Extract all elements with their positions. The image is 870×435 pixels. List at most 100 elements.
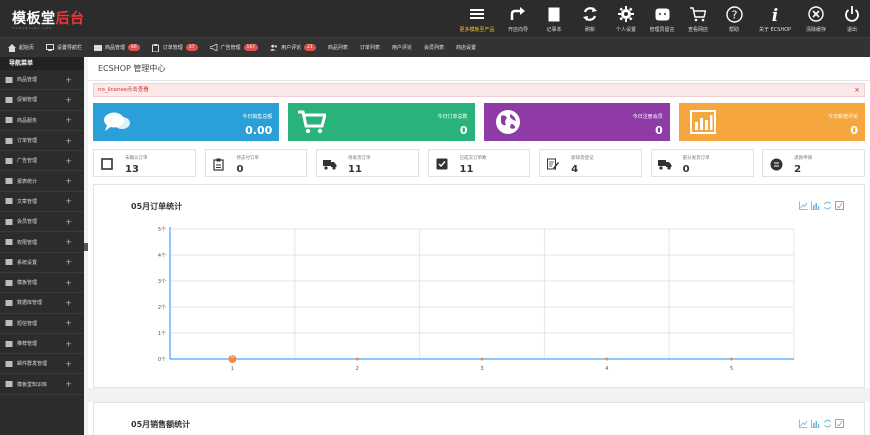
x-tick-label: 1 [231, 366, 234, 372]
count-value: 0 [682, 164, 690, 175]
line-chart-icon[interactable] [799, 419, 808, 428]
users-icon [4, 197, 13, 206]
megaphone-icon [209, 44, 218, 52]
stat-title: 今日销售总额 [242, 114, 273, 120]
expand-icon[interactable]: + [65, 278, 72, 287]
expand-icon[interactable]: + [65, 136, 72, 145]
sidebar-item[interactable]: 商品服务 + [0, 111, 84, 131]
sidebar-item[interactable]: 邮件群发管理 + [0, 354, 84, 375]
svg-text:?: ? [731, 8, 737, 21]
subnav-item-orders[interactable]: 订单管理 37 [152, 43, 198, 52]
today-stats: 今日销售总额 0.00 今日订单总数 0 今日注册会员 0 今日新增评论 0 [93, 103, 865, 143]
expand-icon[interactable]: + [65, 156, 72, 165]
stat-value: 0 [655, 124, 663, 137]
sidebar-item[interactable]: 会员管理 + [0, 212, 84, 233]
sidebar-item[interactable]: 商品管理 + [0, 70, 84, 91]
subnav-item-set-nav[interactable]: 设置导航栏 [46, 44, 82, 52]
subnav-item-goods[interactable]: 商品管理 66 [94, 44, 140, 52]
expand-icon[interactable]: + [65, 339, 72, 348]
sidebar-item[interactable]: 短信管理 + [0, 314, 84, 334]
sidebar-item[interactable]: 模板管理 + [0, 273, 84, 294]
order-count-card[interactable]: 待发货订单 11 [316, 149, 419, 177]
stat-card[interactable]: 今日新增评论 0 [678, 103, 865, 141]
sidebar: 导航菜单 商品管理 + 促销管理 + 商品服务 + 订单管理 + 广告管理 + 报表统计 + 文章管理 +… [0, 57, 84, 435]
stat-card[interactable]: 今日销售总额 0.00 [93, 103, 280, 141]
count-label: 已成交订单数 [459, 156, 487, 161]
order-count-card[interactable]: 部分发货订单 0 [650, 149, 754, 177]
sidebar-item[interactable]: 系统设置 + [0, 253, 84, 273]
stat-title: 今日新增评论 [827, 114, 858, 120]
logo[interactable]: 模板堂后台 [12, 8, 85, 28]
expand-icon[interactable]: + [65, 359, 72, 368]
clipboard-icon [212, 157, 226, 171]
about-ecshop-button[interactable]: i 关于 ECSHOP [752, 0, 798, 37]
sidebar-item[interactable]: 推荐管理 + [0, 334, 84, 355]
breadcrumb: ECSHOP 管理中心 [88, 57, 870, 81]
expand-icon[interactable]: + [65, 75, 72, 84]
sidebar-item-label: 推荐管理 [17, 341, 38, 347]
globe-icon [484, 103, 532, 141]
subnav-item-shop-settings[interactable]: 商店设置 [456, 44, 476, 51]
x-tick-label: 4 [605, 366, 608, 372]
sidebar-item[interactable]: 模板堂知识库 + [0, 374, 84, 395]
top-navigation: 更多模板至产品 开店向导 记事本 刷新 个人设置 管理员留言 查看网店 ? 帮助 [454, 0, 870, 37]
stat-card[interactable]: 今日订单总数 0 [288, 103, 475, 141]
logout-button[interactable]: 退出 [834, 0, 870, 37]
help-button[interactable]: ? 帮助 [716, 0, 752, 37]
sidebar-item-label: 报表统计 [17, 178, 38, 185]
license-alert-link[interactable]: no_license点击查看 [98, 87, 149, 93]
close-icon[interactable]: × [854, 84, 860, 96]
sidebar-item[interactable]: 文章管理 + [0, 192, 84, 213]
subnav-item-ads[interactable]: 广告管理 167 [209, 44, 259, 52]
logo-subtitle: MOBANTANG.COM [12, 26, 53, 30]
admin-message-button[interactable]: 管理员留言 [644, 0, 680, 37]
order-count-card[interactable]: 待支付订单 0 [204, 149, 308, 177]
subnav-item-goods-list[interactable]: 商品列表 [328, 44, 348, 51]
sidebar-item[interactable]: 报表统计 + [0, 171, 84, 192]
order-count-card[interactable]: 已成交订单数 11 [427, 149, 531, 177]
refresh-icon[interactable] [823, 419, 832, 428]
personal-settings-button[interactable]: 个人设置 [608, 0, 644, 37]
stat-value: 0 [850, 124, 858, 137]
bar-chart-icon[interactable] [811, 419, 820, 428]
sidebar-item[interactable]: 数据库管理 + [0, 293, 84, 314]
subnav-item-user-comments[interactable]: 用户评论 [392, 44, 412, 51]
sidebar-item-label: 模板管理 [17, 280, 38, 287]
expand-icon[interactable]: + [65, 116, 72, 125]
mail-icon [4, 339, 13, 348]
subnav-item-comments[interactable]: 用户评论 21 [270, 44, 316, 52]
expand-icon[interactable]: + [65, 217, 72, 226]
refresh-button[interactable]: 刷新 [572, 0, 608, 37]
count-label: 未确认订单 [125, 156, 148, 161]
expand-icon[interactable]: + [65, 95, 72, 104]
view-shop-button[interactable]: 查看网店 [680, 0, 716, 37]
expand-icon[interactable]: + [65, 380, 72, 389]
stat-card[interactable]: 今日注册会员 0 [483, 103, 670, 141]
count-label: 待发货订单 [348, 156, 371, 161]
sidebar-item[interactable]: 广告管理 + [0, 151, 84, 172]
sidebar-item[interactable]: 订单管理 + [0, 131, 84, 152]
expand-icon[interactable]: + [65, 177, 72, 186]
order-count-card[interactable]: 退款申请 2 [762, 149, 866, 177]
expand-icon[interactable]: + [65, 319, 72, 328]
order-count-card[interactable]: 未确认订单 13 [93, 149, 196, 177]
subnav-item-member-list[interactable]: 会员列表 [424, 44, 444, 51]
notepad-button[interactable]: 记事本 [536, 0, 572, 37]
subnav-item-order-list[interactable]: 订单列表 [360, 44, 380, 51]
sidebar-item-label: 会员管理 [17, 219, 38, 226]
shop-wizard-button[interactable]: 开店向导 [500, 0, 536, 37]
save-image-icon[interactable] [835, 419, 844, 428]
order-count-card[interactable]: 新缺货登记 4 [539, 149, 642, 177]
stat-value: 0.00 [245, 124, 273, 137]
subnav-item-home[interactable]: 起始页 [8, 43, 34, 52]
clear-cache-button[interactable]: 清除缓存 [798, 0, 834, 37]
monitor-icon [4, 380, 13, 389]
expand-icon[interactable]: + [65, 298, 72, 307]
expand-icon[interactable]: + [65, 197, 72, 206]
order-chart-panel: 05月订单统计 0个 1个 2个 3个 4个 5个 1 2 3 4 5 0 [93, 184, 865, 388]
sidebar-item[interactable]: 权限管理 + [0, 232, 84, 253]
sidebar-item[interactable]: 促销管理 + [0, 90, 84, 111]
expand-icon[interactable]: + [65, 258, 72, 267]
expand-icon[interactable]: + [65, 238, 72, 247]
more-templates-button[interactable]: 更多模板至产品 [454, 0, 500, 37]
